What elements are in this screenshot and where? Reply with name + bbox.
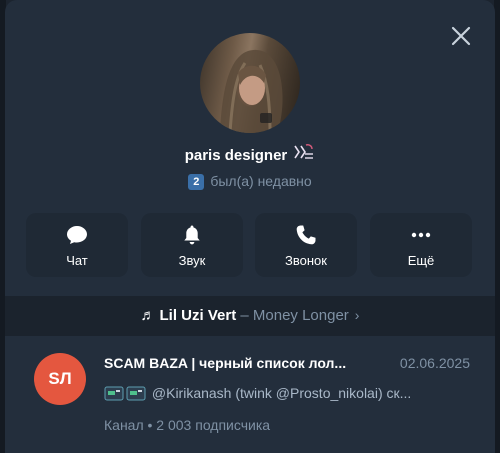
chevron-right-icon: › [354,307,360,323]
music-title: Money Longer [252,307,349,324]
music-note-icon: ♬ [140,307,156,324]
channel-meta: Канал • 2 003 подписчика [104,417,271,433]
profile-panel: paris designer 2 был(а) недавно Чат Звук … [5,0,495,453]
channel-last-message: @Kirikanash (twink @Prosto_nikolai) ск..… [104,384,469,406]
status-badge: 2 [188,174,205,190]
sound-button[interactable]: Звук [141,213,243,277]
chat-label: Чат [66,253,88,268]
music-row[interactable]: ♬ Lil Uzi Vert – Money Longer › [5,307,495,324]
call-button[interactable]: Звонок [255,213,357,277]
chat-bubble-icon [65,223,89,247]
call-label: Звонок [285,253,327,268]
channel-subtitle: @Kirikanash (twink @Prosto_nikolai) ск..… [151,385,412,401]
channel-date: 02.06.2025 [399,355,470,371]
bell-icon [180,223,204,247]
emoji-icon [126,384,146,402]
status-row: 2 был(а) недавно [5,173,495,190]
more-dots-icon [409,223,433,247]
profile-name: paris designer [5,144,495,166]
linked-channel[interactable]: SЛ SCAM BAZA | черный список лол... 02.0… [5,336,495,453]
music-artist: Lil Uzi Vert [159,307,237,324]
emoji-icon [104,384,124,402]
profile-avatar[interactable] [200,33,300,133]
more-button[interactable]: Ещё [370,213,472,277]
profile-name-text: paris designer [184,146,288,164]
phone-icon [294,223,318,247]
sticker-icon [291,142,315,162]
last-seen-text: был(а) недавно [210,173,312,189]
close-icon[interactable] [449,24,473,48]
channel-avatar: SЛ [34,353,86,405]
more-label: Ещё [407,253,435,268]
channel-title: SCAM BAZA | черный список лол... [104,355,347,371]
music-separator: – [236,307,253,324]
chat-button[interactable]: Чат [26,213,128,277]
sound-label: Звук [178,253,206,268]
